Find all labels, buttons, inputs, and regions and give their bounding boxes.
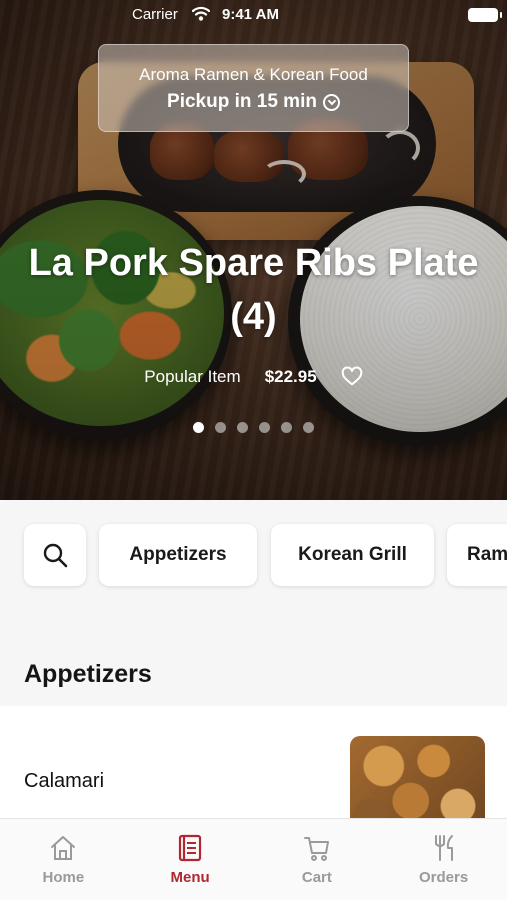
tab-cart-label: Cart (301, 869, 332, 886)
pickup-time-label: Pickup in 15 min (167, 91, 317, 112)
carousel-dot[interactable] (259, 422, 270, 433)
featured-item-price: $22.95 (264, 367, 317, 386)
wifi-icon (192, 6, 210, 21)
carousel-dot[interactable] (215, 422, 226, 433)
search-button[interactable] (24, 524, 86, 586)
restaurant-selector[interactable]: Aroma Ramen & Korean Food Pickup in 15 m… (98, 44, 409, 132)
tab-bar: Home Menu Cart Orders (0, 818, 507, 900)
featured-item-meta: Popular Item $22.95 (0, 366, 507, 388)
menu-list: Calamari (0, 706, 507, 818)
tab-orders[interactable]: Orders (380, 819, 507, 900)
tab-menu-label: Menu (170, 869, 210, 886)
tab-home-label: Home (42, 869, 85, 886)
carousel-dot[interactable] (237, 422, 248, 433)
carrier-label: Carrier (132, 6, 178, 23)
tab-cart[interactable]: Cart (254, 819, 381, 900)
cart-icon (303, 837, 329, 861)
category-chip-ramen[interactable]: Ramen (447, 524, 507, 586)
popular-item-badge: Popular Item (144, 367, 241, 386)
category-chip-korean-grill[interactable]: Korean Grill (271, 524, 434, 586)
battery-icon (468, 8, 502, 22)
tab-menu[interactable]: Menu (127, 819, 254, 900)
tab-orders-label: Orders (419, 869, 469, 886)
home-icon (51, 836, 76, 860)
featured-item-title[interactable]: La Pork Spare Ribs Plate (4) (20, 236, 487, 344)
carousel-dot[interactable] (193, 422, 204, 433)
search-icon (43, 543, 68, 568)
pickup-time-row[interactable]: Pickup in 15 min (99, 91, 408, 113)
menu-item-name: Calamari (24, 770, 105, 792)
menu-book-icon (179, 834, 202, 862)
category-bar[interactable]: Appetizers Korean Grill Ramen (0, 500, 507, 610)
heart-icon[interactable] (341, 366, 363, 388)
section-title: Appetizers (24, 660, 152, 688)
category-chip-appetizers[interactable]: Appetizers (99, 524, 257, 586)
clock: 9:41 AM (222, 6, 279, 23)
restaurant-name: Aroma Ramen & Korean Food (139, 65, 368, 84)
fork-knife-icon (434, 835, 453, 861)
chevron-down-circle-icon (322, 93, 340, 111)
status-bar: Carrier 9:41 AM (0, 0, 507, 30)
menu-item-image (350, 736, 485, 818)
carousel-pagination[interactable] (0, 422, 507, 433)
tab-home[interactable]: Home (0, 819, 127, 900)
carousel-dot[interactable] (281, 422, 292, 433)
carousel-dot[interactable] (303, 422, 314, 433)
